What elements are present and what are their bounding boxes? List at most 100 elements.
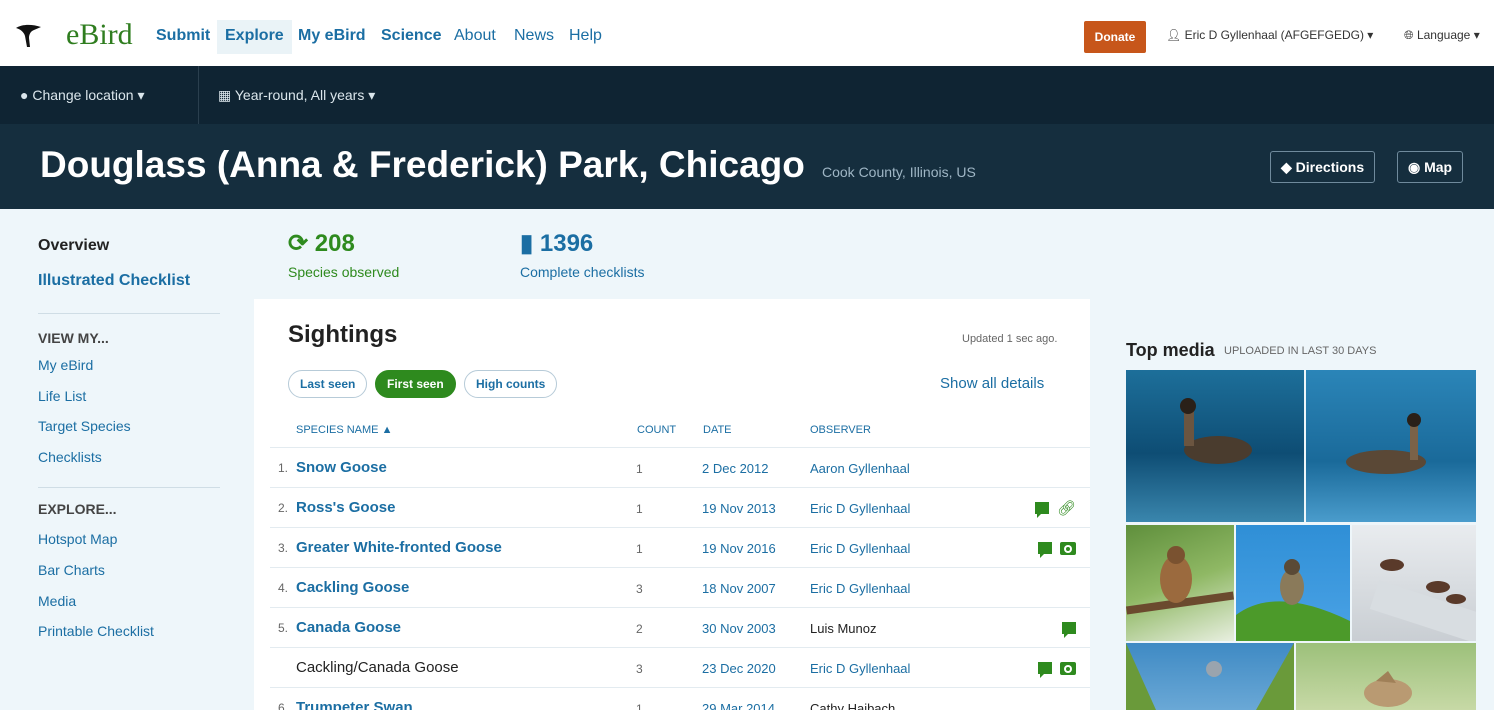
sidebar-item-my-ebird[interactable]: My eBird <box>38 357 93 373</box>
date-link[interactable]: 19 Nov 2016 <box>702 541 776 556</box>
county-link[interactable]: Cook County <box>822 164 902 180</box>
nav-about[interactable]: About <box>446 20 504 54</box>
observer-name[interactable]: Eric D Gyllenhaal <box>810 541 910 556</box>
date-link[interactable]: 23 Dec 2020 <box>702 661 776 676</box>
sidebar-item-printable-checklist[interactable]: Printable Checklist <box>38 623 154 639</box>
updated-timestamp: Updated 1 sec ago. <box>962 333 1058 345</box>
date-link[interactable]: 18 Nov 2007 <box>702 581 776 596</box>
chevron-down-icon: ▾ <box>1473 28 1480 42</box>
table-row: 1. Snow Goose 1 2 Dec 2012 Aaron Gyllenhaal <box>270 447 1090 487</box>
change-location-button[interactable]: ● Change location ▾ <box>20 66 144 124</box>
species-name-link[interactable]: Trumpeter Swan <box>296 699 413 710</box>
column-species-name[interactable]: SPECIES NAME ▲ <box>296 424 392 436</box>
observer-name[interactable]: Aaron Gyllenhaal <box>810 461 910 476</box>
donate-button[interactable]: Donate <box>1084 21 1146 53</box>
nav-help[interactable]: Help <box>561 20 610 54</box>
species-stat[interactable]: ⟳ 208 <box>288 229 355 258</box>
comment-icon[interactable] <box>1034 502 1049 518</box>
count-value: 1 <box>636 702 643 710</box>
waxwing-photo-icon <box>1364 671 1412 707</box>
observer-name[interactable]: Eric D Gyllenhaal <box>810 661 910 676</box>
media-thumbnail[interactable] <box>1236 525 1350 641</box>
species-name-link[interactable]: Ross's Goose <box>296 499 395 516</box>
date-link[interactable]: 30 Nov 2003 <box>702 621 776 636</box>
checklists-stat[interactable]: ▮ 1396 <box>520 229 593 258</box>
sidebar-item-media[interactable]: Media <box>38 593 76 609</box>
species-name-link[interactable]: Snow Goose <box>296 459 387 476</box>
observer-name: Cathy Haibach <box>810 701 896 710</box>
sightings-title: Sightings <box>288 321 398 348</box>
filter-high-counts[interactable]: High counts <box>464 370 558 398</box>
camera-icon[interactable] <box>1060 661 1076 675</box>
ebird-logo-text[interactable]: eBird <box>66 18 133 52</box>
state-link[interactable]: Illinois <box>910 164 949 180</box>
sort-ascending-icon: ▲ <box>381 424 393 436</box>
date-range-button[interactable]: ▦ Year-round, All years ▾ <box>218 66 375 124</box>
table-row: 2. Ross's Goose 1 19 Nov 2013 Eric D Gyllenh… <box>270 487 1090 527</box>
sidebar-item-life-list[interactable]: Life List <box>38 388 86 404</box>
country-link[interactable]: US <box>956 164 975 180</box>
species-name-link[interactable]: Cackling Goose <box>296 579 409 596</box>
species-label[interactable]: Species observed <box>288 264 399 280</box>
region-breadcrumb: Cook County, Illinois, US <box>822 164 976 180</box>
date-link[interactable]: 29 Mar 2014 <box>702 701 775 710</box>
observer-name[interactable]: Eric D Gyllenhaal <box>810 501 910 516</box>
row-icons: 🔗︎ <box>1034 499 1076 518</box>
sidebar-item-overview[interactable]: Overview <box>38 237 109 255</box>
checklist-count: 1396 <box>539 230 594 257</box>
nav-explore[interactable]: Explore <box>217 20 292 54</box>
sidebar-item-hotspot-map[interactable]: Hotspot Map <box>38 531 117 547</box>
divider <box>38 313 220 314</box>
media-thumbnail[interactable] <box>1352 525 1476 641</box>
species-name-link[interactable]: Canada Goose <box>296 619 401 636</box>
column-observer[interactable]: OBSERVER <box>810 424 871 436</box>
sidebar-item-bar-charts[interactable]: Bar Charts <box>38 562 105 578</box>
comment-icon[interactable] <box>1038 662 1052 678</box>
filter-last-seen[interactable]: Last seen <box>288 370 368 398</box>
row-icons <box>1038 539 1076 558</box>
user-menu[interactable]: 👤︎ Eric D Gyllenhaal (AFGEFGEDG) ▾ <box>1166 28 1373 42</box>
map-button[interactable]: ◉ Map <box>1397 151 1464 183</box>
ebird-logo-icon[interactable] <box>14 22 42 48</box>
species-name-link[interactable]: Greater White-fronted Goose <box>296 539 502 556</box>
camera-icon[interactable] <box>1060 541 1076 555</box>
table-row: 5. Canada Goose 2 30 Nov 2003 Luis Munoz <box>270 607 1090 647</box>
directions-button[interactable]: ◆ Directions <box>1270 151 1376 183</box>
nav-submit[interactable]: Submit <box>148 20 218 54</box>
comment-icon[interactable] <box>1062 622 1076 638</box>
row-number: 3. <box>278 541 289 555</box>
row-number: 5. <box>278 621 289 635</box>
top-nav: eBird Submit Explore My eBird Science Ab… <box>0 0 1494 66</box>
table-row: 3. Greater White-fronted Goose 1 19 Nov 201… <box>270 527 1090 567</box>
date-link[interactable]: 19 Nov 2013 <box>702 501 776 516</box>
hawk-photo-icon <box>1126 546 1234 615</box>
sidebar: Overview Illustrated Checklist VIEW MY..… <box>0 209 254 710</box>
comment-icon[interactable] <box>1038 542 1052 558</box>
species-count: 208 <box>314 230 355 257</box>
observer-name[interactable]: Eric D Gyllenhaal <box>810 581 910 596</box>
date-link[interactable]: 2 Dec 2012 <box>702 461 769 476</box>
nav-my-ebird[interactable]: My eBird <box>290 20 374 54</box>
sightings-panel: Sightings Updated 1 sec ago. Last seen F… <box>254 299 1090 710</box>
nav-news[interactable]: News <box>506 20 562 54</box>
media-thumbnail[interactable] <box>1126 643 1294 710</box>
media-thumbnail[interactable] <box>1306 370 1476 522</box>
column-date[interactable]: DATE <box>703 424 732 436</box>
checklists-label[interactable]: Complete checklists <box>520 264 645 280</box>
grebe-photo-icon <box>1180 398 1252 464</box>
media-thumbnail[interactable] <box>1126 525 1234 641</box>
language-menu[interactable]: 🌐︎ Language ▾ <box>1404 28 1480 43</box>
media-thumbnail[interactable] <box>1126 370 1304 522</box>
sidebar-item-target-species[interactable]: Target Species <box>38 418 131 434</box>
nav-science[interactable]: Science <box>373 20 449 54</box>
sidebar-item-checklists[interactable]: Checklists <box>38 449 102 465</box>
heron-photo-icon <box>1126 643 1294 710</box>
column-count[interactable]: COUNT <box>637 424 676 436</box>
table-row: Cackling/Canada Goose 3 23 Dec 2020 Eric D … <box>270 647 1090 687</box>
link-icon[interactable]: 🔗︎ <box>1057 499 1076 517</box>
media-thumbnail[interactable] <box>1296 643 1476 710</box>
user-name: Eric D Gyllenhaal (AFGEFGEDG) <box>1184 28 1364 42</box>
sidebar-item-illustrated-checklist[interactable]: Illustrated Checklist <box>38 272 190 290</box>
filter-first-seen[interactable]: First seen <box>375 370 456 398</box>
show-all-details-link[interactable]: Show all details <box>940 375 1044 392</box>
